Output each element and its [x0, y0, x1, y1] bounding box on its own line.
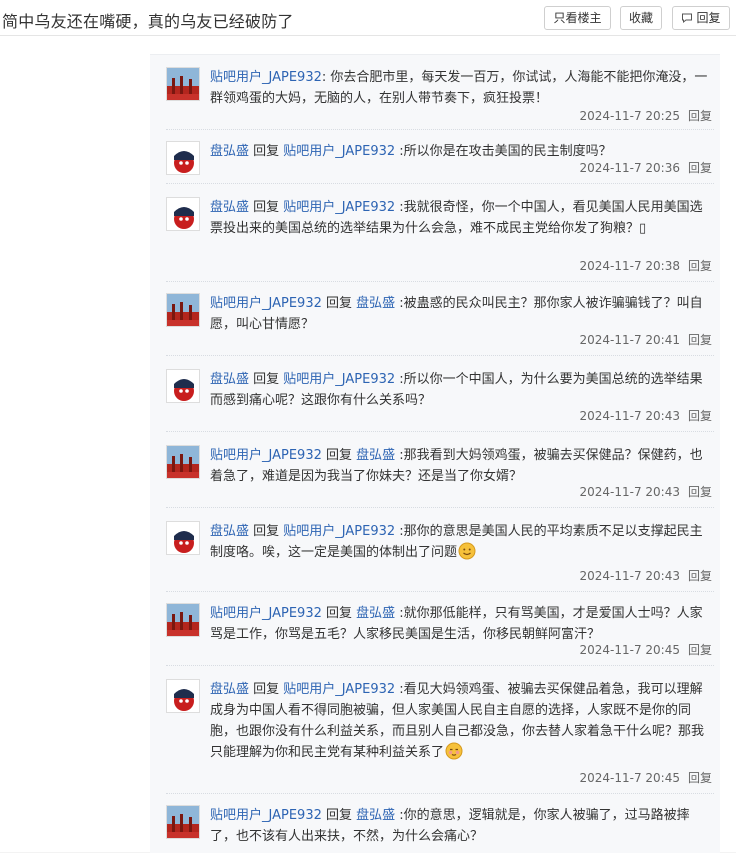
reply-meta: 2024-11-7 20:45 回复	[579, 641, 712, 658]
reply-time: 2024-11-7 20:45	[579, 771, 680, 785]
reply-time: 2024-11-7 20:43	[579, 485, 680, 499]
reply-target-link[interactable]: 盘弘盛	[356, 606, 395, 621]
top-bar: 简中乌友还在嘴硬，真的乌友已经破防了 只看楼主 收藏 回复	[0, 0, 736, 36]
author-link[interactable]: 盘弘盛	[210, 200, 249, 215]
ball-avatar[interactable]	[166, 197, 200, 231]
reply-link[interactable]: 回复	[688, 643, 712, 657]
reply-word: 回复	[321, 808, 357, 823]
reply-link[interactable]: 回复	[688, 333, 712, 347]
reply-item: 盘弘盛 回复 贴吧用户_JAPE932 :所以你是在攻击美国的民主制度吗？ 202…	[166, 141, 714, 184]
author-link[interactable]: 盘弘盛	[210, 372, 249, 387]
reply-content: 贴吧用户_JAPE932 回复 盘弘盛 :就你那低能样，只有骂美国，才是爱国人士…	[210, 606, 703, 642]
author-link[interactable]: 贴吧用户_JAPE932	[210, 70, 322, 85]
smile-emoji	[458, 542, 476, 567]
favorite-button[interactable]: 收藏	[620, 6, 662, 30]
reply-word: 回复	[321, 606, 357, 621]
author-link[interactable]: 盘弘盛	[210, 144, 249, 159]
author-link[interactable]: 贴吧用户_JAPE932	[210, 808, 322, 823]
reply-list: 贴吧用户_JAPE932: 你去合肥市里，每天发一百万，你试试，人海能不能把你淹…	[150, 54, 720, 853]
reply-link[interactable]: 回复	[688, 485, 712, 499]
reply-target-link[interactable]: 贴吧用户_JAPE932	[283, 200, 395, 215]
author-link[interactable]: 贴吧用户_JAPE932	[210, 448, 322, 463]
reply-target-link[interactable]: 盘弘盛	[356, 448, 395, 463]
reply-item: 贴吧用户_JAPE932 回复 盘弘盛 :就你那低能样，只有骂美国，才是爱国人士…	[166, 603, 714, 666]
reply-item: 盘弘盛 回复 贴吧用户_JAPE932 :所以你一个中国人，为什么要为美国总统的…	[166, 369, 714, 432]
reply-content: 盘弘盛 回复 贴吧用户_JAPE932 :看见大妈领鸡蛋、被骗去买保健品着急，我…	[210, 679, 710, 767]
reply-button-label: 回复	[696, 11, 721, 25]
reply-item: 盘弘盛 回复 贴吧用户_JAPE932 :那你的意思是美国人民的平均素质不足以支…	[166, 521, 714, 592]
author-column	[0, 36, 132, 852]
flag-avatar[interactable]	[166, 805, 200, 839]
reply-content: 贴吧用户_JAPE932: 你去合肥市里，每天发一百万，你试试，人海能不能把你淹…	[210, 70, 708, 106]
ball-avatar[interactable]	[166, 141, 200, 175]
reply-link[interactable]: 回复	[688, 259, 712, 273]
comment-icon	[682, 13, 693, 24]
flag-avatar[interactable]	[166, 603, 200, 637]
reply-link[interactable]: 回复	[688, 771, 712, 785]
only-author-button[interactable]: 只看楼主	[544, 6, 611, 30]
author-link[interactable]: 盘弘盛	[210, 682, 249, 697]
reply-target-link[interactable]: 贴吧用户_JAPE932	[283, 372, 395, 387]
reply-word: 回复	[249, 524, 284, 539]
reply-content: 盘弘盛 回复 贴吧用户_JAPE932 :我就很奇怪，你一个中国人，看见美国人民…	[210, 200, 703, 236]
reply-meta: 2024-11-7 20:25 回复	[579, 107, 712, 124]
reply-item: 贴吧用户_JAPE932 回复 盘弘盛 :你的意思，逻辑就是，你家人被骗了，过马…	[166, 805, 714, 853]
reply-meta: 2024-11-7 20:43 回复	[579, 567, 712, 584]
reply-content: 贴吧用户_JAPE932 回复 盘弘盛 :那我看到大妈领鸡蛋，被骗去买保健品？保…	[210, 448, 703, 484]
flag-avatar[interactable]	[166, 293, 200, 327]
reply-target-link[interactable]: 盘弘盛	[356, 808, 395, 823]
reply-time: 2024-11-7 20:25	[579, 109, 680, 123]
reply-item: 贴吧用户_JAPE932 回复 盘弘盛 :被蛊惑的民众叫民主？那你家人被诈骗骗钱…	[166, 293, 714, 356]
reply-word: 回复	[321, 296, 357, 311]
reply-item: 贴吧用户_JAPE932 回复 盘弘盛 :那我看到大妈领鸡蛋，被骗去买保健品？保…	[166, 445, 714, 508]
ball-avatar[interactable]	[166, 521, 200, 555]
flag-avatar[interactable]	[166, 445, 200, 479]
thread-title: 简中乌友还在嘴硬，真的乌友已经破防了	[2, 12, 294, 31]
reply-word: 回复	[249, 200, 284, 215]
author-link[interactable]: 贴吧用户_JAPE932	[210, 296, 322, 311]
reply-time: 2024-11-7 20:38	[579, 259, 680, 273]
ball-avatar[interactable]	[166, 679, 200, 713]
reply-time: 2024-11-7 20:41	[579, 333, 680, 347]
reply-meta: 2024-11-7 20:43 回复	[579, 407, 712, 424]
reply-content: 盘弘盛 回复 贴吧用户_JAPE932 :所以你一个中国人，为什么要为美国总统的…	[210, 372, 703, 408]
reply-link[interactable]: 回复	[688, 109, 712, 123]
flag-avatar[interactable]	[166, 67, 200, 101]
reply-target-link[interactable]: 盘弘盛	[356, 296, 395, 311]
reply-text: 所以你是在攻击美国的民主制度吗？	[403, 144, 612, 159]
reply-time: 2024-11-7 20:36	[579, 161, 680, 175]
reply-meta: 2024-11-7 20:43 回复	[579, 483, 712, 500]
reply-time: 2024-11-7 20:45	[579, 643, 680, 657]
reply-target-link[interactable]: 贴吧用户_JAPE932	[283, 144, 395, 159]
reply-target-link[interactable]: 贴吧用户_JAPE932	[283, 682, 395, 697]
reply-item: 贴吧用户_JAPE932: 你去合肥市里，每天发一百万，你试试，人海能不能把你淹…	[166, 67, 714, 130]
reply-link[interactable]: 回复	[688, 569, 712, 583]
reply-time: 2024-11-7 20:43	[579, 569, 680, 583]
reply-content: 贴吧用户_JAPE932 回复 盘弘盛 :被蛊惑的民众叫民主？那你家人被诈骗骗钱…	[210, 296, 703, 332]
reply-link[interactable]: 回复	[688, 409, 712, 423]
reply-content: 贴吧用户_JAPE932 回复 盘弘盛 :你的意思，逻辑就是，你家人被骗了，过马…	[210, 808, 690, 844]
reply-meta: 2024-11-7 20:45 回复	[579, 769, 712, 786]
reply-content: 盘弘盛 回复 贴吧用户_JAPE932 :那你的意思是美国人民的平均素质不足以支…	[210, 521, 710, 567]
reply-word: 回复	[249, 682, 284, 697]
reply-meta: 2024-11-7 20:38 回复	[579, 257, 712, 274]
reply-word: 回复	[249, 372, 284, 387]
post-panel: 贴吧用户_JAPE932: 你去合肥市里，每天发一百万，你试试，人海能不能把你淹…	[0, 36, 736, 853]
reply-word: 回复	[249, 144, 284, 159]
reply-button[interactable]: 回复	[672, 6, 730, 30]
reply-meta: 2024-11-7 20:41 回复	[579, 331, 712, 348]
reply-item: 盘弘盛 回复 贴吧用户_JAPE932 :看见大妈领鸡蛋、被骗去买保健品着急，我…	[166, 679, 714, 794]
reply-time: 2024-11-7 20:43	[579, 409, 680, 423]
shy-emoji	[445, 742, 463, 767]
author-link[interactable]: 贴吧用户_JAPE932	[210, 606, 322, 621]
reply-item: 盘弘盛 回复 贴吧用户_JAPE932 :我就很奇怪，你一个中国人，看见美国人民…	[166, 197, 714, 282]
ball-avatar[interactable]	[166, 369, 200, 403]
reply-link[interactable]: 回复	[688, 161, 712, 175]
reply-target-link[interactable]: 贴吧用户_JAPE932	[283, 524, 395, 539]
author-link[interactable]: 盘弘盛	[210, 524, 249, 539]
reply-meta: 2024-11-7 20:36 回复	[579, 159, 712, 176]
reply-word: 回复	[321, 448, 357, 463]
